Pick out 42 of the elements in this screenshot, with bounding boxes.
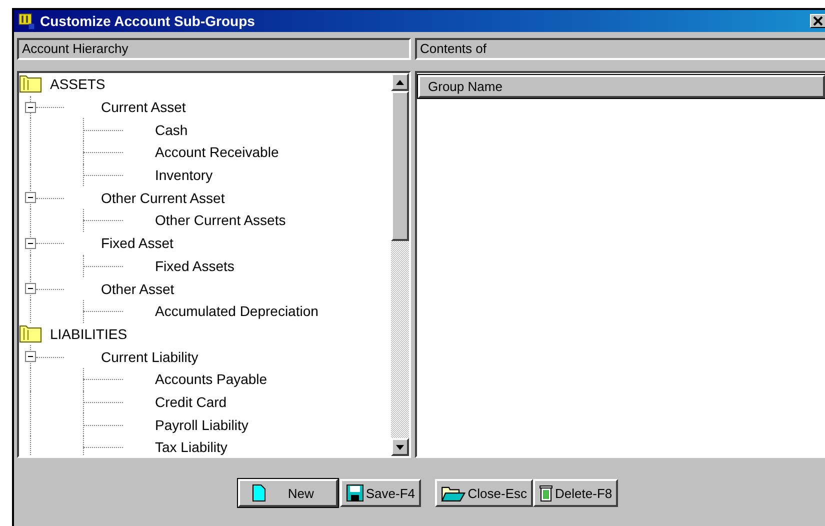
- arrow-up-icon: [396, 80, 404, 84]
- tree-item[interactable]: Accounts Payable: [155, 371, 268, 388]
- tree-item[interactable]: Current Asset: [101, 99, 186, 116]
- close-button[interactable]: Close-Esc: [435, 479, 534, 507]
- window-title: Customize Account Sub-Groups: [40, 13, 256, 29]
- tree-item[interactable]: Fixed Assets: [155, 258, 234, 274]
- tree-item[interactable]: Cash: [155, 122, 188, 138]
- arrow-down-icon: [396, 444, 404, 450]
- collapse-icon[interactable]: [25, 283, 36, 294]
- tree-item[interactable]: Accumulated Depreciation: [155, 303, 318, 320]
- document-icon: [252, 484, 266, 502]
- tree-item[interactable]: Other Asset: [101, 280, 174, 297]
- tree-item[interactable]: Inventory: [155, 167, 213, 184]
- delete-button[interactable]: Delete-F8: [533, 479, 618, 507]
- tree-item[interactable]: Other Current Assets: [155, 212, 286, 228]
- column-header[interactable]: Group Name: [418, 75, 825, 98]
- trash-icon: [539, 484, 554, 502]
- tree-item[interactable]: Fixed Asset: [101, 235, 174, 252]
- app-icon: [18, 12, 36, 30]
- tree-item[interactable]: Account Receivable: [155, 144, 279, 160]
- scroll-up-button[interactable]: [391, 73, 409, 91]
- tree-item[interactable]: ASSETS: [50, 76, 106, 92]
- panel-header: Account Hierarchy: [17, 38, 411, 60]
- tree-item[interactable]: LIABILITIES: [50, 326, 128, 342]
- collapse-icon[interactable]: [25, 102, 36, 113]
- collapse-icon[interactable]: [25, 238, 36, 249]
- tree-item[interactable]: Tax Liability: [155, 439, 228, 456]
- close-icon[interactable]: [810, 14, 825, 28]
- tree-item[interactable]: Current Liability: [101, 348, 198, 365]
- save-button[interactable]: Save-F4: [340, 479, 422, 507]
- collapse-icon[interactable]: [25, 351, 36, 362]
- tree-item[interactable]: Other Current Asset: [101, 190, 225, 206]
- tree-item[interactable]: Payroll Liability: [155, 416, 248, 433]
- scroll-down-button[interactable]: [391, 438, 409, 456]
- new-button[interactable]: New: [238, 479, 338, 507]
- panel-header: Contents of: [415, 38, 825, 60]
- scroll-thumb[interactable]: [391, 91, 409, 241]
- folder-icon: [441, 484, 466, 502]
- collapse-icon[interactable]: [25, 192, 36, 204]
- folder-icon: [19, 322, 43, 345]
- tree-item[interactable]: Credit Card: [155, 394, 227, 410]
- folder-icon: [19, 73, 43, 96]
